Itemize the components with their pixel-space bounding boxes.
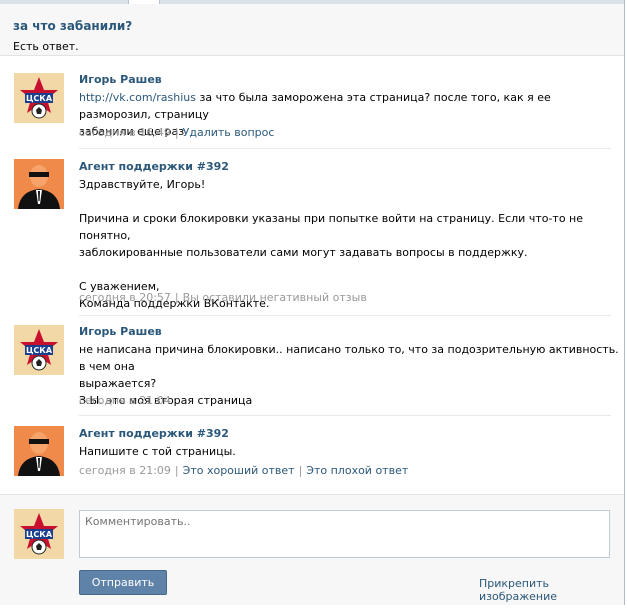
meta-separator: | xyxy=(174,291,179,304)
message-line: Причина и сроки блокировки указаны при п… xyxy=(79,212,584,242)
meta-separator: | xyxy=(298,464,303,477)
message-line: выражается? xyxy=(79,377,157,390)
message-time: сегодня в 21:09 xyxy=(79,464,171,477)
meta-separator: | xyxy=(174,126,179,139)
cska-logo-avatar[interactable]: ЦСКА xyxy=(14,73,64,123)
author-name[interactable]: Игорь Рашев xyxy=(79,73,162,86)
message-divider xyxy=(79,148,611,149)
author-name[interactable]: Игорь Рашев xyxy=(79,325,162,338)
message-text: Напишите с той страницы. xyxy=(79,443,619,460)
question-status: Есть ответ. xyxy=(13,40,79,53)
feedback-note: Вы оставили негативный отзыв xyxy=(182,291,367,304)
message-line: заблокированные пользователи сами могут … xyxy=(79,246,528,259)
question-header: за что забанили? Есть ответ. xyxy=(0,4,624,56)
message-meta: сегодня в 21:09 | Это хороший ответ | Это пл… xyxy=(79,464,408,477)
svg-text:ЦСКА: ЦСКА xyxy=(26,346,53,355)
send-button[interactable]: Отправить xyxy=(79,570,167,595)
message-meta: сегодня в 21:04 xyxy=(79,394,171,407)
message-meta: сегодня в 16:49 | Удалить вопрос xyxy=(79,126,274,139)
message-meta: сегодня в 20:57 | Вы оставили негативный о… xyxy=(79,291,367,304)
message-line: Напишите с той страницы. xyxy=(79,445,236,458)
cska-logo-avatar[interactable]: ЦСКА xyxy=(14,509,64,559)
good-answer-link[interactable]: Это хороший ответ xyxy=(183,464,295,477)
comment-input[interactable] xyxy=(79,510,610,558)
message-line: Здравствуйте, Игорь! xyxy=(79,178,206,191)
svg-text:ЦСКА: ЦСКА xyxy=(26,530,53,539)
message-time: сегодня в 21:04 xyxy=(79,394,171,407)
meta-separator: | xyxy=(174,464,179,477)
question-title: за что забанили? xyxy=(13,19,133,33)
attach-image-link[interactable]: Прикрепить изображение xyxy=(479,577,627,603)
svg-text:ЦСКА: ЦСКА xyxy=(26,94,53,103)
bad-answer-link[interactable]: Это плохой ответ xyxy=(306,464,408,477)
message-divider xyxy=(79,315,611,316)
message-time: сегодня в 20:57 xyxy=(79,291,171,304)
agent-avatar[interactable] xyxy=(14,426,64,476)
delete-question-link[interactable]: Удалить вопрос xyxy=(183,126,275,139)
message-time: сегодня в 16:49 xyxy=(79,126,171,139)
cska-logo-avatar[interactable]: ЦСКА xyxy=(14,325,64,375)
message-divider xyxy=(79,415,611,416)
message-line: не написана причина блокировки.. написан… xyxy=(79,343,619,373)
author-name[interactable]: Агент поддержки #392 xyxy=(79,160,229,173)
author-name[interactable]: Агент поддержки #392 xyxy=(79,427,229,440)
profile-link[interactable]: http://vk.com/rashius xyxy=(79,91,196,104)
agent-avatar[interactable] xyxy=(14,159,64,209)
